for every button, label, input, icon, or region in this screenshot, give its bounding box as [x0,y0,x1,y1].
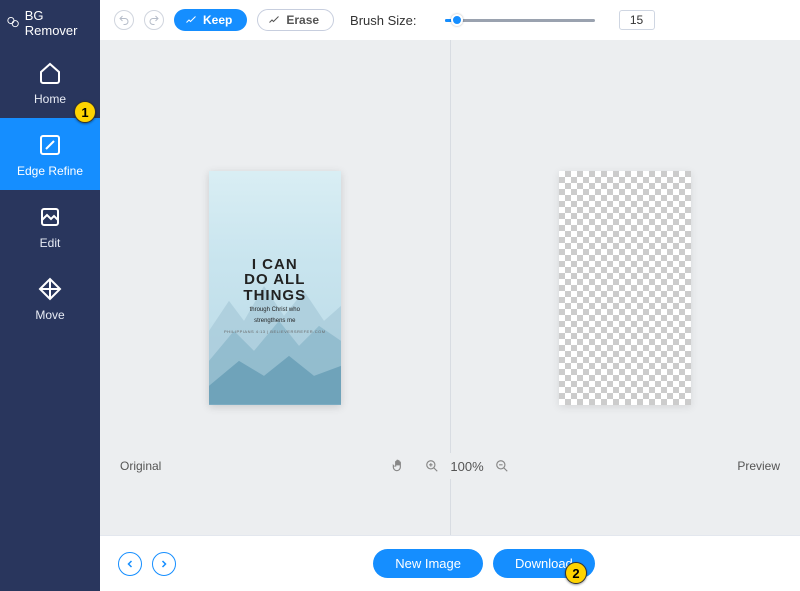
edit-icon [37,204,63,230]
image-text-sub2: strengthens me [219,318,331,326]
zoom-value: 100% [450,459,483,474]
image-text-line3: THINGS [219,288,331,304]
original-label: Original [120,459,390,473]
prev-page-button[interactable] [118,552,142,576]
annotation-1: 1 [74,101,96,123]
pan-hand-button[interactable] [390,458,406,474]
app-title-bar: BG Remover [0,0,100,46]
app-root: BG Remover Home Edge Refine Edit Move [0,0,800,591]
bottom-bar: New Image Download [100,535,800,591]
home-icon [37,60,63,86]
image-text-credit: PHILIPPIANS 4:13 | BELIEVERSREFER.COM [219,329,331,334]
keep-label: Keep [203,13,232,27]
main-area: Keep Erase Brush Size: 15 [100,0,800,591]
edge-refine-icon [37,132,63,158]
erase-button[interactable]: Erase [257,9,334,31]
zoom-in-button[interactable] [424,458,440,474]
logo-icon [6,15,21,31]
new-image-button[interactable]: New Image [373,549,483,578]
image-text-line1: I CAN [219,257,331,273]
preview-label: Preview [510,459,780,473]
workspace: I CAN DO ALL THINGS through Christ who s… [100,40,800,535]
keep-button[interactable]: Keep [174,9,247,31]
original-image[interactable]: I CAN DO ALL THINGS through Christ who s… [209,171,341,405]
sidebar-item-edge-refine[interactable]: Edge Refine [0,118,100,190]
sidebar-item-label: Edit [40,236,61,250]
redo-button[interactable] [144,10,164,30]
sidebar-item-edit[interactable]: Edit [0,190,100,262]
erase-label: Erase [286,13,319,27]
brush-size-label: Brush Size: [350,13,416,28]
slider-thumb[interactable] [451,14,463,26]
undo-button[interactable] [114,10,134,30]
next-page-button[interactable] [152,552,176,576]
zoom-out-button[interactable] [494,458,510,474]
sidebar-item-label: Home [34,92,66,106]
image-text-line2: DO ALL [219,272,331,288]
sidebar-item-move[interactable]: Move [0,262,100,334]
sidebar-item-label: Edge Refine [17,164,83,178]
sidebar: BG Remover Home Edge Refine Edit Move [0,0,100,591]
zoom-controls: 100% [390,458,509,474]
move-icon [37,276,63,302]
annotation-2: 2 [565,562,587,584]
sidebar-item-label: Move [35,308,64,322]
app-title: BG Remover [25,8,94,38]
panel-labels-row: Original 100% Preview [100,453,800,479]
toolbar: Keep Erase Brush Size: 15 [100,0,800,40]
brush-size-slider[interactable] [445,12,595,28]
preview-image[interactable] [559,171,691,405]
image-text-overlay: I CAN DO ALL THINGS through Christ who s… [209,257,341,335]
image-text-sub1: through Christ who [219,307,331,315]
brush-size-value[interactable]: 15 [619,10,655,30]
